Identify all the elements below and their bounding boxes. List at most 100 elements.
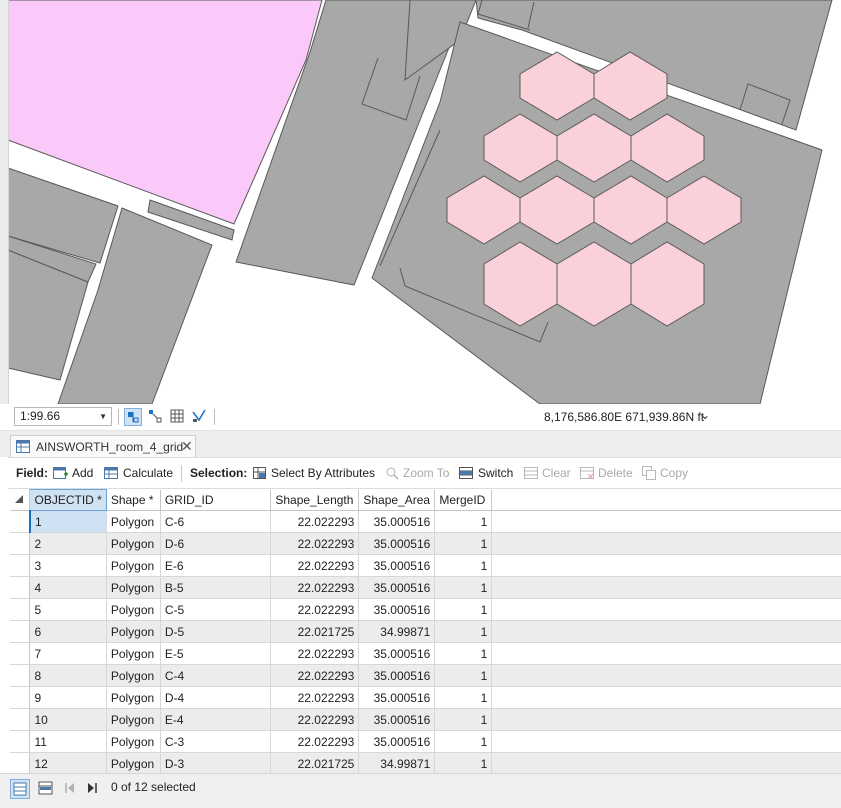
cell-shape-area[interactable]: 35.000516 (358, 664, 436, 687)
scale-selector[interactable]: 1:99.66 ▼ (14, 407, 112, 426)
cell-objectid[interactable]: 5 (29, 598, 107, 621)
column-header-grid-id[interactable]: GRID_ID (160, 489, 272, 511)
copy-button[interactable]: Copy (660, 466, 688, 480)
cell-objectid[interactable]: 7 (29, 642, 107, 665)
cell-mergeid[interactable]: 1 (434, 708, 493, 731)
cell-grid-id[interactable]: C-6 (160, 510, 272, 533)
map-view[interactable] (0, 0, 841, 404)
cell-shape-area[interactable]: 35.000516 (358, 730, 436, 753)
cell-shape[interactable]: Polygon (106, 752, 161, 773)
cell-shape[interactable]: Polygon (106, 642, 161, 665)
row-header[interactable] (10, 730, 31, 753)
cell-shape-area[interactable]: 35.000516 (358, 642, 436, 665)
cell-objectid[interactable]: 11 (29, 730, 107, 753)
cell-shape-area[interactable]: 35.000516 (358, 510, 436, 533)
cell-grid-id[interactable]: D-6 (160, 532, 272, 555)
cell-shape-area[interactable]: 35.000516 (358, 554, 436, 577)
table-row[interactable]: 11 Polygon C-3 22.022293 35.000516 1 (10, 730, 841, 753)
grid-icon[interactable] (169, 408, 187, 426)
cell-objectid[interactable]: 10 (29, 708, 107, 731)
cell-grid-id[interactable]: B-5 (160, 576, 272, 599)
cell-shape[interactable]: Polygon (106, 620, 161, 643)
cell-shape[interactable]: Polygon (106, 598, 161, 621)
cell-grid-id[interactable]: D-3 (160, 752, 272, 773)
table-row[interactable]: 12 Polygon D-3 22.021725 34.99871 1 (10, 752, 841, 773)
cell-grid-id[interactable]: E-5 (160, 642, 272, 665)
cell-grid-id[interactable]: C-3 (160, 730, 272, 753)
cell-shape-length[interactable]: 22.022293 (270, 576, 360, 599)
cell-mergeid[interactable]: 1 (434, 664, 493, 687)
row-header[interactable] (10, 752, 31, 773)
chevron-down-icon[interactable]: ▼ (99, 408, 107, 425)
cell-shape[interactable]: Polygon (106, 664, 161, 687)
cell-shape-area[interactable]: 34.99871 (358, 752, 436, 773)
chevron-down-icon[interactable]: ⌄ (700, 408, 710, 422)
row-header[interactable] (10, 708, 31, 731)
show-all-records-icon[interactable] (10, 779, 30, 799)
table-row[interactable]: 1 Polygon C-6 22.022293 35.000516 1 (10, 510, 841, 533)
calculate-button[interactable]: Calculate (123, 466, 173, 480)
cell-shape-length[interactable]: 22.022293 (270, 598, 360, 621)
table-row[interactable]: 2 Polygon D-6 22.022293 35.000516 1 (10, 532, 841, 555)
row-header[interactable] (10, 664, 31, 687)
snapping-icon[interactable] (147, 408, 165, 426)
delete-button[interactable]: Delete (598, 466, 633, 480)
cell-mergeid[interactable]: 1 (434, 686, 493, 709)
cell-grid-id[interactable]: D-4 (160, 686, 272, 709)
cell-objectid[interactable]: 8 (29, 664, 107, 687)
row-header[interactable] (10, 532, 31, 555)
column-header-shape-length[interactable]: Shape_Length (270, 489, 360, 511)
cell-grid-id[interactable]: C-5 (160, 598, 272, 621)
cell-shape[interactable]: Polygon (106, 730, 161, 753)
cell-mergeid[interactable]: 1 (434, 554, 493, 577)
table-row[interactable]: 4 Polygon B-5 22.022293 35.000516 1 (10, 576, 841, 599)
select-by-attributes-button[interactable]: Select By Attributes (271, 466, 375, 480)
attribute-table[interactable]: OBJECTID * Shape * GRID_ID Shape_Length … (10, 489, 841, 773)
table-row[interactable]: 9 Polygon D-4 22.022293 35.000516 1 (10, 686, 841, 709)
cell-grid-id[interactable]: D-5 (160, 620, 272, 643)
cell-shape-area[interactable]: 35.000516 (358, 598, 436, 621)
cell-shape-length[interactable]: 22.022293 (270, 730, 360, 753)
cell-grid-id[interactable]: C-4 (160, 664, 272, 687)
cell-objectid[interactable]: 4 (29, 576, 107, 599)
cell-shape-area[interactable]: 35.000516 (358, 708, 436, 731)
cell-shape-length[interactable]: 22.022293 (270, 686, 360, 709)
cell-mergeid[interactable]: 1 (434, 576, 493, 599)
last-record-icon[interactable] (86, 782, 98, 797)
map-canvas[interactable] (0, 0, 841, 404)
cell-mergeid[interactable]: 1 (434, 598, 493, 621)
cell-mergeid[interactable]: 1 (434, 642, 493, 665)
cell-objectid[interactable]: 1 (28, 510, 107, 533)
cell-shape-area[interactable]: 35.000516 (358, 532, 436, 555)
cell-objectid[interactable]: 12 (29, 752, 107, 773)
cell-shape[interactable]: Polygon (106, 708, 161, 731)
add-field-button[interactable]: Add (72, 466, 93, 480)
tab-ainsworth-room-4-grid[interactable]: AINSWORTH_room_4_grid ✕ (10, 435, 196, 457)
cell-objectid[interactable]: 3 (29, 554, 107, 577)
cell-shape[interactable]: Polygon (106, 576, 161, 599)
column-header-shape[interactable]: Shape * (106, 489, 161, 511)
cell-shape[interactable]: Polygon (106, 686, 161, 709)
row-header[interactable] (10, 598, 31, 621)
row-header[interactable] (10, 576, 31, 599)
cell-objectid[interactable]: 9 (29, 686, 107, 709)
cell-mergeid[interactable]: 1 (434, 620, 493, 643)
cell-shape-length[interactable]: 22.022293 (270, 532, 360, 555)
cell-shape-length[interactable]: 22.022293 (270, 708, 360, 731)
cell-grid-id[interactable]: E-6 (160, 554, 272, 577)
show-selected-records-icon[interactable] (37, 779, 55, 800)
cell-shape-length[interactable]: 22.022293 (270, 664, 360, 687)
navigate-icon[interactable] (124, 408, 142, 426)
column-header-shape-area[interactable]: Shape_Area (358, 489, 436, 511)
row-header[interactable] (10, 686, 31, 709)
close-icon[interactable]: ✕ (181, 438, 193, 455)
select-all-corner[interactable] (10, 489, 31, 511)
cell-shape-length[interactable]: 22.022293 (270, 554, 360, 577)
cell-shape-length[interactable]: 22.022293 (270, 642, 360, 665)
table-row[interactable]: 6 Polygon D-5 22.021725 34.99871 1 (10, 620, 841, 643)
cell-shape[interactable]: Polygon (106, 554, 161, 577)
cell-shape-area[interactable]: 35.000516 (358, 576, 436, 599)
table-row[interactable]: 8 Polygon C-4 22.022293 35.000516 1 (10, 664, 841, 687)
first-record-icon[interactable] (64, 782, 76, 797)
cell-shape-area[interactable]: 35.000516 (358, 686, 436, 709)
